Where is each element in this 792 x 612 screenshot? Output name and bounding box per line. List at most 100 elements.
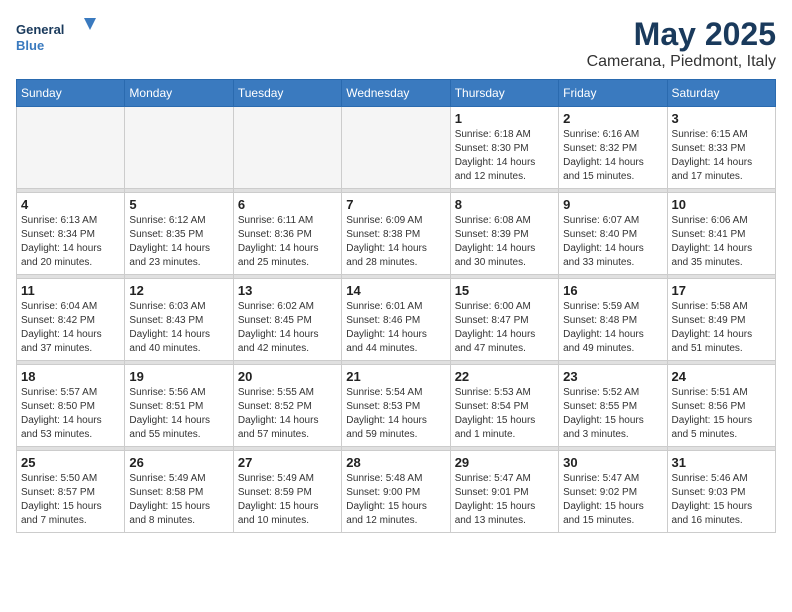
calendar-week-4: 18 Sunrise: 5:57 AM Sunset: 8:50 PM Dayli… <box>17 365 776 447</box>
calendar-cell: 15 Sunrise: 6:00 AM Sunset: 8:47 PM Dayli… <box>450 279 558 361</box>
calendar-cell: 23 Sunrise: 5:52 AM Sunset: 8:55 PM Dayli… <box>559 365 667 447</box>
day-number: 13 <box>238 283 337 298</box>
day-info: Sunrise: 5:58 AM Sunset: 8:49 PM Dayligh… <box>672 300 771 356</box>
calendar-cell: 17Sunrise: 5:58 AM Sunset: 8:49 PM Dayli… <box>667 279 775 361</box>
day-info: Sunrise: 6:09 AM Sunset: 8:38 PM Dayligh… <box>346 214 445 270</box>
calendar-cell: 31Sunrise: 5:46 AM Sunset: 9:03 PM Dayli… <box>667 451 775 533</box>
day-info: Sunrise: 5:53 AM Sunset: 8:54 PM Dayligh… <box>455 386 554 442</box>
day-info: Sunrise: 5:51 AM Sunset: 8:56 PM Dayligh… <box>672 386 771 442</box>
logo-svg: General Blue <box>16 16 96 58</box>
day-number: 24 <box>672 369 771 384</box>
calendar-cell: 25 Sunrise: 5:50 AM Sunset: 8:57 PM Dayli… <box>17 451 125 533</box>
calendar-week-1: 1 Sunrise: 6:18 AM Sunset: 8:30 PM Daylig… <box>17 107 776 189</box>
calendar-cell: 29Sunrise: 5:47 AM Sunset: 9:01 PM Dayli… <box>450 451 558 533</box>
calendar-cell: 30 Sunrise: 5:47 AM Sunset: 9:02 PM Dayli… <box>559 451 667 533</box>
day-info: Sunrise: 6:15 AM Sunset: 8:33 PM Dayligh… <box>672 128 771 184</box>
day-number: 30 <box>563 455 662 470</box>
day-info: Sunrise: 6:04 AM Sunset: 8:42 PM Dayligh… <box>21 300 120 356</box>
calendar-cell: 1 Sunrise: 6:18 AM Sunset: 8:30 PM Daylig… <box>450 107 558 189</box>
day-number: 29 <box>455 455 554 470</box>
day-info: Sunrise: 5:47 AM Sunset: 9:02 PM Dayligh… <box>563 472 662 528</box>
location: Camerana, Piedmont, Italy <box>587 53 776 71</box>
day-number: 14 <box>346 283 445 298</box>
calendar-cell: 12 Sunrise: 6:03 AM Sunset: 8:43 PM Dayli… <box>125 279 233 361</box>
day-info: Sunrise: 6:11 AM Sunset: 8:36 PM Dayligh… <box>238 214 337 270</box>
calendar-cell: 2 Sunrise: 6:16 AM Sunset: 8:32 PM Daylig… <box>559 107 667 189</box>
weekday-header-monday: Monday <box>125 80 233 107</box>
calendar-cell: 14 Sunrise: 6:01 AM Sunset: 8:46 PM Dayli… <box>342 279 450 361</box>
calendar-cell: 11 Sunrise: 6:04 AM Sunset: 8:42 PM Dayli… <box>17 279 125 361</box>
day-info: Sunrise: 5:55 AM Sunset: 8:52 PM Dayligh… <box>238 386 337 442</box>
calendar-cell <box>125 107 233 189</box>
calendar-cell <box>342 107 450 189</box>
day-number: 6 <box>238 197 337 212</box>
day-info: Sunrise: 6:03 AM Sunset: 8:43 PM Dayligh… <box>129 300 228 356</box>
day-number: 16 <box>563 283 662 298</box>
day-number: 23 <box>563 369 662 384</box>
calendar-cell: 5Sunrise: 6:12 AM Sunset: 8:35 PM Daylig… <box>125 193 233 275</box>
page-header: General Blue May 2025 Camerana, Piedmont… <box>16 16 776 71</box>
day-info: Sunrise: 6:00 AM Sunset: 8:47 PM Dayligh… <box>455 300 554 356</box>
day-number: 12 <box>129 283 228 298</box>
title-area: May 2025 Camerana, Piedmont, Italy <box>587 16 776 71</box>
day-number: 9 <box>563 197 662 212</box>
calendar-cell: 6 Sunrise: 6:11 AM Sunset: 8:36 PM Daylig… <box>233 193 341 275</box>
calendar-cell: 3 Sunrise: 6:15 AM Sunset: 8:33 PM Daylig… <box>667 107 775 189</box>
day-info: Sunrise: 5:49 AM Sunset: 8:59 PM Dayligh… <box>238 472 337 528</box>
day-info: Sunrise: 5:56 AM Sunset: 8:51 PM Dayligh… <box>129 386 228 442</box>
day-info: Sunrise: 5:49 AM Sunset: 8:58 PM Dayligh… <box>129 472 228 528</box>
day-info: Sunrise: 5:50 AM Sunset: 8:57 PM Dayligh… <box>21 472 120 528</box>
weekday-header-thursday: Thursday <box>450 80 558 107</box>
day-number: 8 <box>455 197 554 212</box>
day-info: Sunrise: 5:52 AM Sunset: 8:55 PM Dayligh… <box>563 386 662 442</box>
day-number: 4 <box>21 197 120 212</box>
weekday-header-sunday: Sunday <box>17 80 125 107</box>
day-info: Sunrise: 6:01 AM Sunset: 8:46 PM Dayligh… <box>346 300 445 356</box>
calendar-cell: 26 Sunrise: 5:49 AM Sunset: 8:58 PM Dayli… <box>125 451 233 533</box>
calendar-cell: 19 Sunrise: 5:56 AM Sunset: 8:51 PM Dayli… <box>125 365 233 447</box>
day-number: 11 <box>21 283 120 298</box>
weekday-header-row: SundayMondayTuesdayWednesdayThursdayFrid… <box>17 80 776 107</box>
weekday-header-friday: Friday <box>559 80 667 107</box>
calendar-cell: 16 Sunrise: 5:59 AM Sunset: 8:48 PM Dayli… <box>559 279 667 361</box>
calendar-cell: 27 Sunrise: 5:49 AM Sunset: 8:59 PM Dayli… <box>233 451 341 533</box>
svg-text:General: General <box>16 22 64 37</box>
calendar-cell: 21 Sunrise: 5:54 AM Sunset: 8:53 PM Dayli… <box>342 365 450 447</box>
day-number: 27 <box>238 455 337 470</box>
calendar-week-3: 11 Sunrise: 6:04 AM Sunset: 8:42 PM Dayli… <box>17 279 776 361</box>
calendar-cell: 4 Sunrise: 6:13 AM Sunset: 8:34 PM Daylig… <box>17 193 125 275</box>
weekday-header-wednesday: Wednesday <box>342 80 450 107</box>
calendar-cell: 24 Sunrise: 5:51 AM Sunset: 8:56 PM Dayli… <box>667 365 775 447</box>
calendar-cell: 9Sunrise: 6:07 AM Sunset: 8:40 PM Daylig… <box>559 193 667 275</box>
day-number: 19 <box>129 369 228 384</box>
day-info: Sunrise: 6:16 AM Sunset: 8:32 PM Dayligh… <box>563 128 662 184</box>
day-info: Sunrise: 5:57 AM Sunset: 8:50 PM Dayligh… <box>21 386 120 442</box>
calendar-cell: 10Sunrise: 6:06 AM Sunset: 8:41 PM Dayli… <box>667 193 775 275</box>
weekday-header-tuesday: Tuesday <box>233 80 341 107</box>
day-number: 28 <box>346 455 445 470</box>
day-number: 7 <box>346 197 445 212</box>
day-info: Sunrise: 6:18 AM Sunset: 8:30 PM Dayligh… <box>455 128 554 184</box>
calendar-table: SundayMondayTuesdayWednesdayThursdayFrid… <box>16 79 776 533</box>
day-number: 1 <box>455 111 554 126</box>
calendar-cell <box>17 107 125 189</box>
day-number: 10 <box>672 197 771 212</box>
day-number: 21 <box>346 369 445 384</box>
day-number: 26 <box>129 455 228 470</box>
calendar-cell: 28 Sunrise: 5:48 AM Sunset: 9:00 PM Dayli… <box>342 451 450 533</box>
day-info: Sunrise: 5:54 AM Sunset: 8:53 PM Dayligh… <box>346 386 445 442</box>
calendar-cell: 8Sunrise: 6:08 AM Sunset: 8:39 PM Daylig… <box>450 193 558 275</box>
day-info: Sunrise: 5:46 AM Sunset: 9:03 PM Dayligh… <box>672 472 771 528</box>
day-info: Sunrise: 5:59 AM Sunset: 8:48 PM Dayligh… <box>563 300 662 356</box>
calendar-cell: 7 Sunrise: 6:09 AM Sunset: 8:38 PM Daylig… <box>342 193 450 275</box>
day-number: 18 <box>21 369 120 384</box>
day-number: 15 <box>455 283 554 298</box>
day-number: 25 <box>21 455 120 470</box>
day-number: 2 <box>563 111 662 126</box>
svg-text:Blue: Blue <box>16 38 44 53</box>
day-number: 3 <box>672 111 771 126</box>
day-info: Sunrise: 5:48 AM Sunset: 9:00 PM Dayligh… <box>346 472 445 528</box>
day-info: Sunrise: 6:13 AM Sunset: 8:34 PM Dayligh… <box>21 214 120 270</box>
calendar-cell: 20Sunrise: 5:55 AM Sunset: 8:52 PM Dayli… <box>233 365 341 447</box>
month-title: May 2025 <box>587 16 776 53</box>
